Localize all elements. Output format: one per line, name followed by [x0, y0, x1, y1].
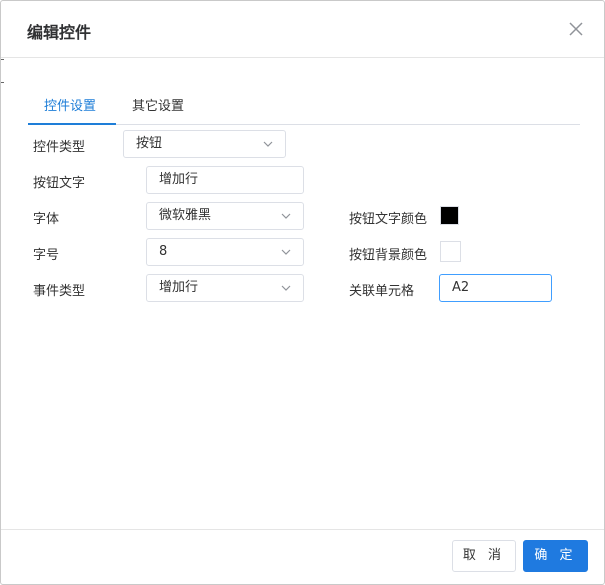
font-value: 微软雅黑: [159, 208, 212, 223]
control-type-label: 控件类型: [33, 140, 86, 155]
close-button[interactable]: [568, 21, 584, 37]
dialog-title: 编辑控件: [27, 23, 92, 42]
tab-control-settings[interactable]: 控件设置: [44, 95, 96, 114]
text-color-swatch[interactable]: [440, 206, 459, 225]
chevron-down-icon: [281, 213, 291, 219]
tab-other-settings[interactable]: 其它设置: [132, 95, 184, 114]
event-type-select[interactable]: 增加行: [146, 274, 304, 302]
dialog-footer: 取 消 确 定: [1, 529, 604, 584]
chevron-down-icon: [281, 249, 291, 255]
dialog-header: 编辑控件: [1, 1, 604, 58]
edit-control-dialog: 编辑控件 控件设置 其它设置 控件类型 按钮 按钮文字 增加行 字体 微软雅黑 …: [0, 0, 605, 585]
chevron-down-icon: [263, 141, 273, 147]
font-label: 字体: [33, 212, 60, 227]
bg-color-label: 按钮背景颜色: [349, 248, 428, 263]
linked-cell-value: A2: [452, 280, 470, 295]
button-text-label: 按钮文字: [33, 176, 86, 191]
font-size-value: 8: [159, 244, 168, 259]
font-size-select[interactable]: 8: [146, 238, 304, 266]
bg-color-swatch[interactable]: [440, 241, 461, 262]
button-text-input[interactable]: 增加行: [146, 166, 304, 194]
linked-cell-input[interactable]: A2: [439, 274, 552, 302]
font-select[interactable]: 微软雅黑: [146, 202, 304, 230]
event-type-label: 事件类型: [33, 284, 86, 299]
confirm-button[interactable]: 确 定: [523, 540, 588, 572]
control-type-select[interactable]: 按钮: [123, 130, 286, 158]
background-edge: [1, 59, 4, 83]
font-size-label: 字号: [33, 248, 60, 263]
close-icon: [569, 22, 583, 36]
button-text-value: 增加行: [159, 172, 199, 187]
chevron-down-icon: [281, 285, 291, 291]
control-type-value: 按钮: [136, 136, 163, 151]
tab-bar: 控件设置 其它设置: [28, 86, 580, 125]
cancel-button[interactable]: 取 消: [452, 540, 516, 572]
text-color-label: 按钮文字颜色: [349, 212, 428, 227]
active-tab-indicator: [28, 123, 116, 125]
linked-cell-label: 关联单元格: [349, 284, 415, 299]
event-type-value: 增加行: [159, 280, 199, 295]
